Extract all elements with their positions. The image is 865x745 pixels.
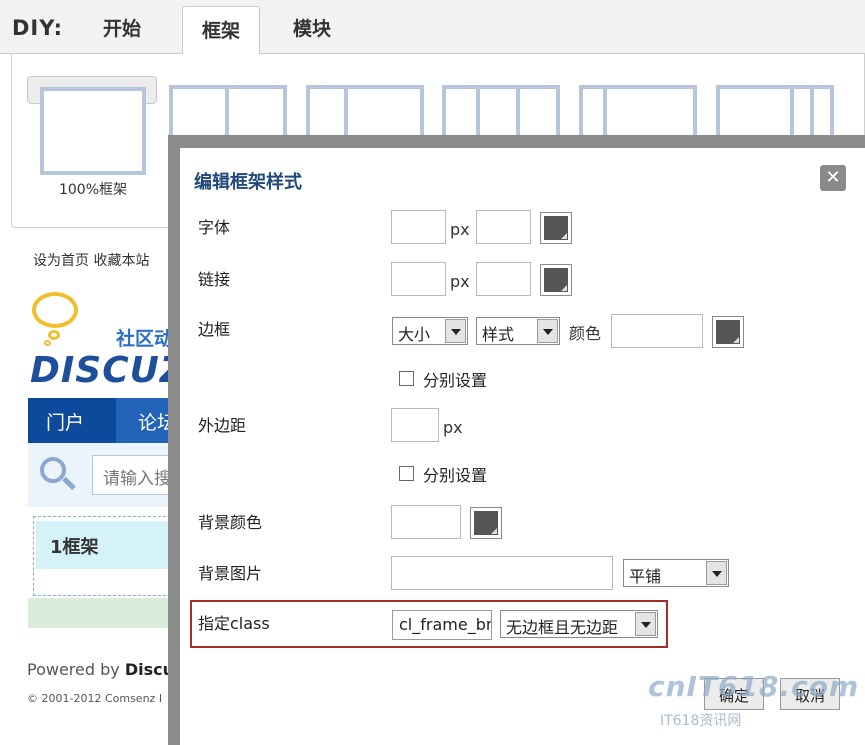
- search-icon-handle: [62, 476, 76, 491]
- border-color-picker-icon[interactable]: [712, 316, 744, 348]
- tab-module[interactable]: 模块: [293, 14, 331, 41]
- frame-template-thumbnail: [40, 87, 146, 175]
- border-size-select[interactable]: 大小: [392, 317, 468, 345]
- font-size-unit: px: [450, 220, 470, 239]
- class-input[interactable]: cl_frame_bm: [392, 610, 492, 640]
- font-extra-input[interactable]: [476, 210, 531, 244]
- chevron-down-icon: [537, 319, 558, 343]
- margin-separate-label: 分别设置: [423, 466, 488, 485]
- logo-community-text: 社区动: [116, 328, 174, 350]
- margin-separate-checkbox[interactable]: [399, 466, 414, 481]
- border-style-value: 样式: [482, 325, 515, 344]
- border-separate-checkbox[interactable]: [399, 371, 414, 386]
- font-color-picker-icon[interactable]: [540, 212, 572, 244]
- bg-color-input[interactable]: [391, 505, 461, 539]
- watermark-subtitle: IT618资讯网: [660, 713, 742, 729]
- logo-bubble-icon: [32, 292, 78, 328]
- bg-image-label: 背景图片: [198, 564, 263, 583]
- bg-color-label: 背景颜色: [198, 513, 263, 532]
- watermark-logo: cnIT618.com: [648, 670, 860, 703]
- edit-frame-style-dialog: 编辑框架样式 ✕ 字体 px 链接 px 边框 大小 样式 颜色 分别设置 外边…: [180, 148, 865, 745]
- dialog-title: 编辑框架样式: [194, 172, 302, 193]
- margin-label: 外边距: [198, 416, 247, 435]
- site-top-links[interactable]: 设为首页 收藏本站: [33, 250, 149, 270]
- border-separate-label: 分别设置: [423, 371, 488, 390]
- margin-unit: px: [443, 418, 463, 437]
- class-preset-value: 无边框且无边距: [506, 618, 619, 637]
- tab-frame[interactable]: 框架: [182, 6, 260, 55]
- close-icon[interactable]: ✕: [820, 165, 846, 191]
- link-extra-input[interactable]: [476, 262, 531, 296]
- link-color-picker-icon[interactable]: [540, 264, 572, 296]
- class-preset-select[interactable]: 无边框且无边距: [500, 610, 658, 638]
- logo-bubble-dot-icon: [44, 340, 51, 346]
- link-label: 链接: [198, 270, 231, 289]
- link-size-unit: px: [450, 272, 470, 291]
- chevron-down-icon: [706, 561, 727, 585]
- powered-prefix: Powered by: [27, 660, 125, 679]
- nav-item-portal[interactable]: 门户: [46, 408, 116, 435]
- tab-start[interactable]: 开始: [103, 14, 141, 41]
- border-color-input[interactable]: [611, 314, 703, 348]
- chevron-down-icon: [635, 612, 656, 636]
- powered-by: Powered by Discuz: [27, 660, 183, 679]
- bg-image-input[interactable]: [391, 556, 613, 590]
- border-color-label: 颜色: [569, 324, 602, 343]
- chevron-down-icon: [445, 319, 466, 343]
- bg-repeat-select[interactable]: 平铺: [623, 559, 729, 587]
- frame-template-100[interactable]: 100%框架: [27, 76, 157, 198]
- font-size-input[interactable]: [391, 210, 446, 244]
- bg-color-picker-icon[interactable]: [470, 507, 502, 539]
- copyright: © 2001-2012 Comsenz I: [27, 692, 163, 705]
- border-style-select[interactable]: 样式: [476, 317, 560, 345]
- bg-repeat-value: 平铺: [629, 567, 662, 586]
- margin-input[interactable]: [391, 408, 439, 442]
- frame-template-caption: 100%框架: [58, 182, 128, 198]
- border-size-value: 大小: [398, 325, 431, 344]
- link-size-input[interactable]: [391, 262, 446, 296]
- font-label: 字体: [198, 218, 231, 237]
- diy-label: DIY:: [12, 16, 64, 40]
- site-logo[interactable]: DISCUZ: [30, 350, 187, 391]
- diy-toolbar: DIY: 开始 框架 模块: [0, 0, 865, 55]
- class-label: 指定class: [198, 614, 270, 633]
- logo-bubble-tail-icon: [48, 330, 60, 340]
- border-label: 边框: [198, 320, 231, 339]
